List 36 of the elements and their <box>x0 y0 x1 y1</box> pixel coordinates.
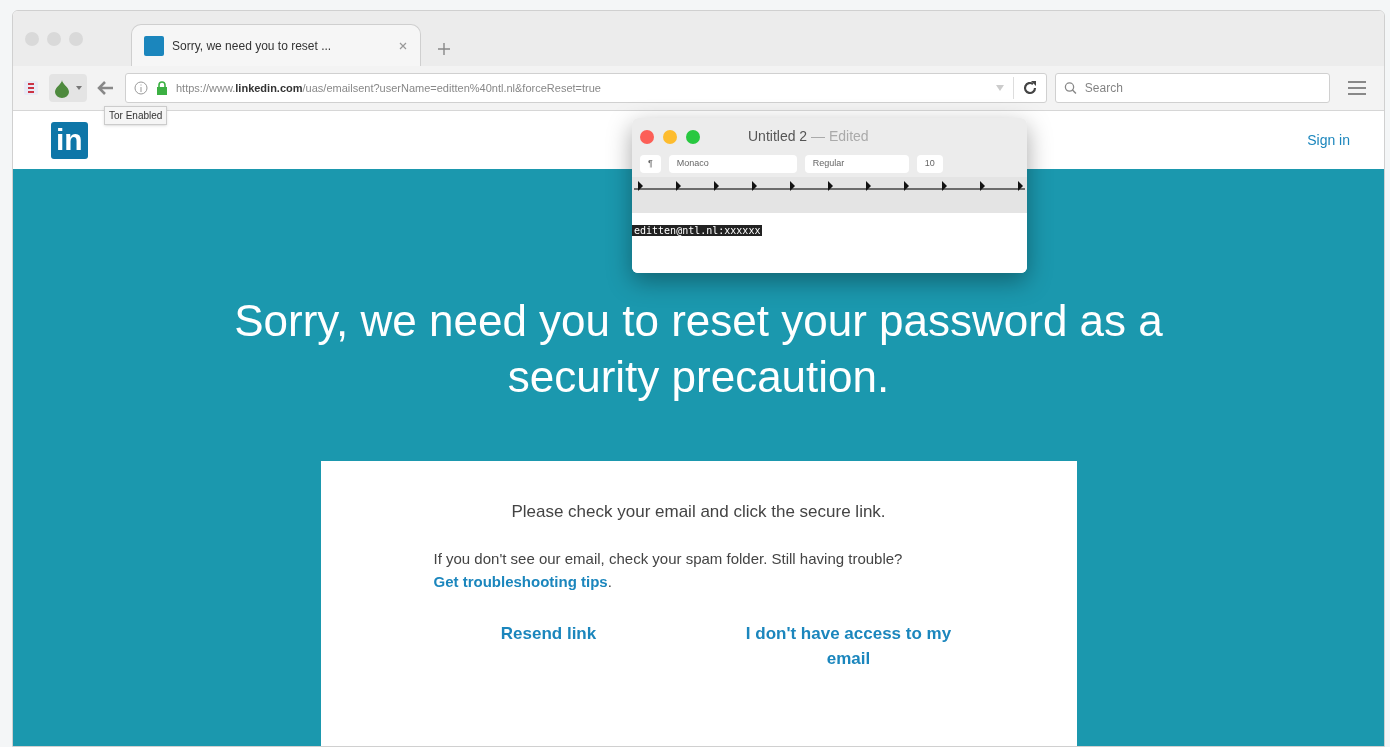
action-link[interactable]: Resend link <box>443 620 654 646</box>
search-icon <box>1064 81 1077 95</box>
instruction-text: Please check your email and click the secure link. <box>511 501 886 523</box>
lock-icon <box>156 81 168 95</box>
troubleshooting-link[interactable]: Get troubleshooting tips <box>433 572 608 590</box>
extension-icon[interactable] <box>21 78 41 98</box>
close-button[interactable] <box>640 129 654 144</box>
new-tab-icon[interactable] <box>437 41 451 56</box>
sign-in-link[interactable]: Sign in <box>1307 129 1350 151</box>
reload-icon[interactable] <box>1022 80 1038 96</box>
menu-icon[interactable] <box>1346 80 1368 96</box>
selected-text: editten@ntl.nl:xxxxxx <box>632 224 763 236</box>
font-select[interactable]: Monaco <box>668 155 797 173</box>
linkedin-logo[interactable]: in <box>51 121 88 159</box>
search-field[interactable]: Search <box>1055 73 1330 103</box>
help-text: If you don't see our email, check your spam folder. Still having trouble? Get troubleshooting tips. <box>433 548 904 592</box>
dropdown-icon[interactable] <box>995 84 1005 92</box>
info-icon <box>134 81 148 95</box>
tab-title: Sorry, we need you to reset ... <box>172 37 332 55</box>
action-link[interactable]: I don't have access to my email <box>743 620 954 671</box>
onion-button[interactable] <box>49 74 87 102</box>
style-select[interactable]: Regular <box>804 155 909 173</box>
tooltip: Tor Enabled <box>104 106 168 125</box>
close-icon[interactable] <box>398 40 408 51</box>
headline: Sorry, we need you to reset your password as a security precaution. <box>233 295 1164 403</box>
zoom-button[interactable] <box>686 129 700 144</box>
paragraph-button[interactable]: ¶ <box>640 155 661 173</box>
caret-icon <box>75 85 83 91</box>
linkedin-favicon <box>144 35 164 56</box>
window-title: Untitled 2 — Edited <box>748 127 869 146</box>
url-text: https://www.linkedin.com/uas/emailsent?userName=editten%40ntl.nl&forceReset=true <box>176 80 601 96</box>
browser-tab[interactable]: Sorry, we need you to reset ... <box>131 24 421 66</box>
minimize-button[interactable] <box>663 129 677 144</box>
search-input[interactable]: Search <box>1084 79 1321 97</box>
address-field[interactable]: https://www.linkedin.com/uas/emailsent?userName=editten%40ntl.nl&forceReset=true <box>125 73 1047 103</box>
size-field[interactable]: 10 <box>916 155 943 173</box>
